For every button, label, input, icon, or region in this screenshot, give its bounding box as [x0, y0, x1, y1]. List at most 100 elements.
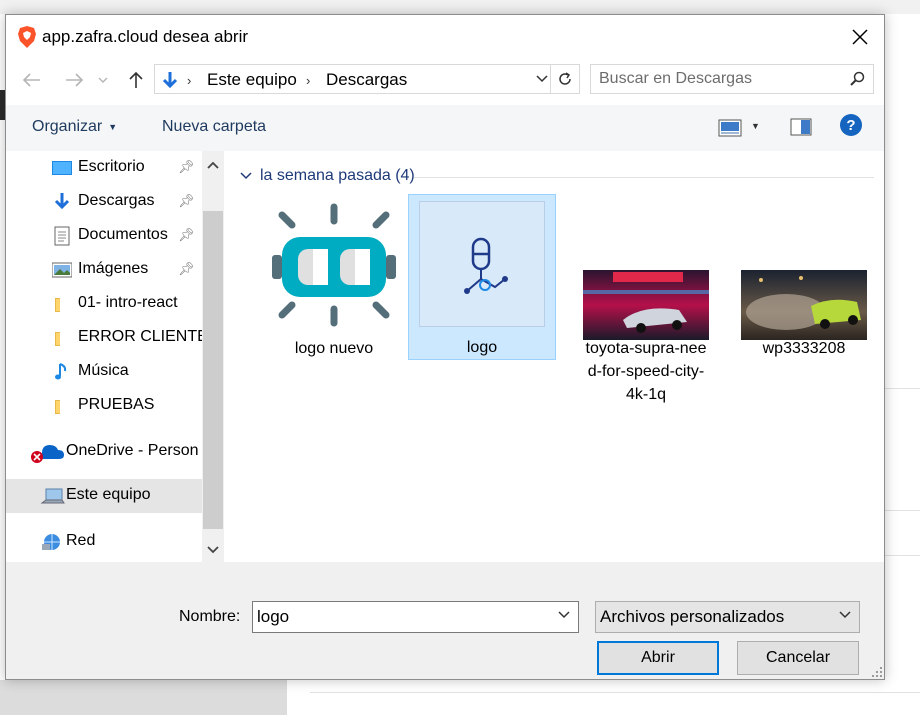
arrow-right-icon — [66, 73, 83, 87]
sidebar-item-label: ERROR CLIENTE — [78, 328, 208, 345]
file-name-line: 4k-1q — [625, 386, 667, 403]
sidebar-item-onedrive[interactable]: OneDrive - Person — [6, 435, 202, 469]
sidebar-item-this-pc[interactable]: Este equipo — [6, 479, 202, 513]
group-label: la semana pasada (4) — [260, 167, 415, 184]
chevron-down-icon — [839, 611, 851, 619]
sidebar-item-documents[interactable]: Documentos 📌︎ — [6, 219, 202, 253]
arrow-up-icon — [129, 71, 143, 88]
resize-grip-icon[interactable] — [872, 667, 882, 677]
refresh-icon — [559, 72, 571, 85]
chevron-up-icon — [207, 161, 219, 169]
command-bar: Organizar ▼ Nueva carpeta ▼ ? — [6, 105, 884, 151]
pin-icon: 📌︎ — [178, 227, 195, 242]
close-button[interactable] — [844, 21, 876, 53]
folder-icon — [55, 400, 60, 414]
download-icon — [54, 193, 70, 210]
logo-nuevo-thumbnail — [270, 201, 398, 329]
sidebar-item-music[interactable]: Música — [6, 355, 202, 389]
chevron-down-icon[interactable] — [558, 611, 570, 619]
file-name-value: logo — [257, 607, 290, 626]
file-type-select[interactable]: Archivos personalizados — [595, 601, 860, 633]
new-folder-button[interactable]: Nueva carpeta — [162, 118, 266, 136]
address-bar[interactable]: › Este equipo › Descargas — [154, 64, 580, 94]
download-arrow-icon — [162, 72, 178, 89]
cancel-button[interactable]: Cancelar — [737, 641, 859, 675]
refresh-button[interactable] — [550, 65, 579, 93]
file-name-field[interactable]: logo — [252, 601, 579, 633]
sidebar-item-label: Escritorio — [78, 158, 145, 175]
open-button[interactable]: Abrir — [597, 641, 719, 675]
recent-locations-button[interactable] — [96, 68, 110, 92]
sidebar-item-label: Imágenes — [78, 260, 149, 277]
search-icon — [850, 71, 865, 86]
file-item-wp3333208[interactable]: wp3333208 — [730, 195, 878, 361]
group-header[interactable]: la semana pasada (4) — [240, 167, 415, 185]
up-button[interactable] — [124, 68, 148, 92]
organize-label: Organizar — [32, 118, 103, 135]
background-divider — [884, 510, 920, 511]
sidebar-item-error-cliente[interactable]: ERROR CLIENTE — [6, 321, 208, 355]
onedrive-icon — [31, 445, 64, 463]
breadcrumb-downloads[interactable]: Descargas — [326, 70, 407, 90]
chevron-down-icon[interactable] — [535, 72, 549, 86]
preview-pane-icon[interactable] — [790, 118, 812, 136]
help-icon[interactable]: ? — [840, 114, 862, 136]
navigation-bar: › Este equipo › Descargas Buscar en Desc… — [6, 62, 884, 98]
sidebar-item-pictures[interactable]: Imágenes 📌︎ — [6, 253, 202, 287]
toyota-supra-thumbnail — [583, 270, 709, 340]
scrollbar-thumb[interactable] — [203, 211, 223, 529]
file-name-line: toyota-supra-nee — [585, 340, 707, 357]
sidebar-item-label: Red — [66, 532, 96, 549]
arrow-left-icon — [23, 73, 40, 87]
scroll-down-button[interactable] — [202, 540, 224, 560]
sidebar-item-label: OneDrive - Person — [66, 442, 199, 459]
background-divider — [884, 388, 920, 389]
network-icon — [42, 534, 60, 550]
sidebar-item-network[interactable]: Red — [6, 525, 202, 559]
dialog-footer: Nombre: logo Archivos personalizados Abr… — [6, 562, 884, 679]
scroll-up-button[interactable] — [202, 155, 224, 175]
caret-down-icon: ▼ — [108, 121, 118, 132]
this-pc-icon — [40, 488, 65, 504]
background-divider — [884, 555, 920, 556]
file-name: wp3333208 — [762, 340, 846, 357]
breadcrumb-separator-icon[interactable]: › — [187, 73, 191, 88]
navigation-scrollbar[interactable] — [202, 151, 224, 562]
sidebar-item-desktop[interactable]: Escritorio 📌︎ — [6, 151, 202, 185]
group-divider — [414, 177, 874, 178]
organize-button[interactable]: Organizar ▼ — [32, 118, 117, 136]
file-name-label: Nombre: — [179, 608, 241, 625]
file-item-logo-nuevo[interactable]: logo nuevo — [260, 195, 408, 361]
sidebar-item-label: Este equipo — [66, 486, 151, 503]
pictures-icon — [52, 262, 72, 278]
wp3333208-thumbnail — [741, 270, 867, 340]
chevron-down-icon — [207, 546, 219, 554]
search-placeholder: Buscar en Descargas — [599, 70, 752, 87]
sidebar-item-label: Música — [78, 362, 129, 379]
pin-icon: 📌︎ — [178, 159, 195, 174]
file-name: logo — [466, 339, 498, 356]
forward-button[interactable] — [62, 68, 86, 92]
sidebar-item-01-intro-react[interactable]: 01- intro-react — [6, 287, 202, 321]
breadcrumb-separator-icon[interactable]: › — [306, 73, 310, 88]
sidebar-item-label: Descargas — [78, 192, 155, 209]
logo-thumbnail — [419, 201, 545, 327]
file-name: logo nuevo — [294, 340, 374, 357]
breadcrumb-this-pc[interactable]: Este equipo — [207, 70, 297, 90]
file-item-toyota-supra[interactable]: toyota-supra-nee d-for-speed-city- 4k-1q — [572, 195, 720, 403]
back-button[interactable] — [20, 68, 44, 92]
sidebar-item-label: Documentos — [78, 226, 168, 243]
sidebar-item-downloads[interactable]: Descargas 📌︎ — [6, 185, 202, 219]
file-item-logo[interactable]: logo — [408, 194, 556, 360]
sidebar-item-pruebas[interactable]: PRUEBAS — [6, 389, 202, 423]
search-input[interactable]: Buscar en Descargas — [590, 64, 874, 94]
music-icon — [55, 363, 67, 380]
close-icon — [852, 29, 868, 45]
view-options-icon[interactable] — [718, 119, 742, 137]
file-name: toyota-supra-nee d-for-speed-city- 4k-1q — [572, 337, 720, 406]
sidebar-item-label: 01- intro-react — [78, 294, 178, 311]
folder-icon — [55, 332, 60, 346]
dialog-title: app.zafra.cloud desea abrir — [42, 27, 249, 46]
caret-down-icon[interactable]: ▼ — [751, 121, 760, 131]
pin-icon: 📌︎ — [178, 261, 195, 276]
